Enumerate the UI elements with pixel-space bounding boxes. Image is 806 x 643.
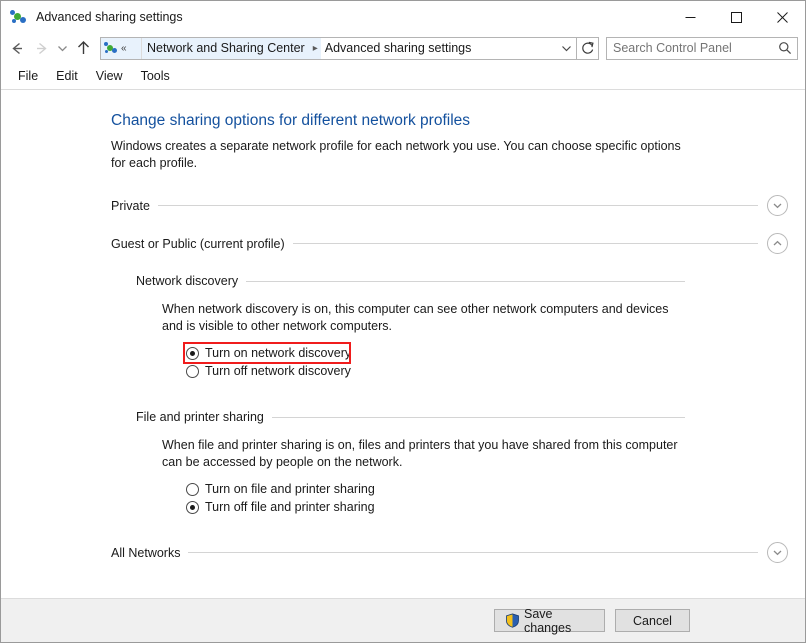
page-title: Change sharing options for different net… [111, 112, 471, 129]
cancel-label: Cancel [633, 613, 672, 628]
close-icon[interactable] [759, 1, 805, 33]
window-controls [667, 1, 805, 33]
network-sharing-icon [10, 8, 28, 26]
save-changes-label: Save changes [524, 606, 572, 635]
subsection-header: File and printer sharing [136, 410, 805, 424]
dialog-footer: Save changes Cancel [1, 598, 805, 642]
radio-label: Turn on file and printer sharing [205, 482, 375, 496]
chevron-down-icon[interactable] [556, 38, 576, 59]
menu-bar: File Edit View Tools [1, 63, 805, 90]
up-arrow-icon[interactable] [71, 36, 95, 60]
breadcrumb-icon-cell[interactable]: « [101, 37, 142, 59]
subsection-title-file-and-printer-sharing: File and printer sharing [136, 410, 264, 424]
chevron-down-icon[interactable] [767, 195, 788, 216]
subsection-file-and-printer-sharing: File and printer sharing When file and p… [136, 410, 805, 516]
breadcrumb[interactable]: « Network and Sharing Center ▸ Advanced … [100, 36, 577, 60]
section-divider [292, 243, 758, 244]
maximize-icon[interactable] [713, 1, 759, 33]
title-bar: Advanced sharing settings [1, 1, 805, 33]
radio-turn-on-file-and-printer-sharing[interactable]: Turn on file and printer sharing [186, 480, 805, 498]
content-pane: Change sharing options for different net… [1, 90, 805, 598]
search-box[interactable] [606, 36, 798, 60]
profile-label-guest-or-public: Guest or Public (current profile) [111, 236, 285, 251]
search-icon[interactable] [773, 38, 797, 59]
menu-item-edit[interactable]: Edit [47, 66, 87, 86]
radio-label: Turn off network discovery [205, 364, 351, 378]
menu-item-tools[interactable]: Tools [132, 66, 179, 86]
radio-label: Turn on network discovery [205, 346, 352, 360]
section-divider [246, 280, 685, 282]
breadcrumb-separator-icon[interactable]: ▸ [309, 37, 321, 59]
refresh-icon[interactable] [577, 36, 599, 60]
subsection-header: Network discovery [136, 274, 805, 288]
radio-group-file-and-printer-sharing: Turn on file and printer sharing Turn of… [186, 480, 805, 516]
search-input[interactable] [607, 41, 773, 55]
profile-section-private[interactable]: Private [111, 195, 805, 216]
minimize-icon[interactable] [667, 1, 713, 33]
radio-indicator[interactable] [186, 500, 199, 514]
subsection-description-file-and-printer-sharing: When file and printer sharing is on, fil… [162, 438, 678, 469]
subsection-network-discovery: Network discovery When network discovery… [136, 274, 805, 380]
breadcrumb-item-advanced-sharing-settings[interactable]: Advanced sharing settings [321, 38, 476, 59]
uac-shield-icon [505, 613, 520, 628]
radio-turn-off-network-discovery[interactable]: Turn off network discovery [186, 362, 805, 380]
breadcrumb-overflow-icon[interactable]: « [121, 43, 127, 54]
chevron-up-icon[interactable] [767, 233, 788, 254]
radio-label: Turn off file and printer sharing [205, 500, 375, 514]
network-sharing-icon [104, 41, 119, 56]
radio-indicator[interactable] [186, 346, 199, 360]
page-description: Windows creates a separate network profi… [111, 139, 681, 170]
section-divider [271, 416, 685, 418]
section-divider [157, 205, 758, 206]
recent-locations-chevron-icon[interactable] [53, 36, 71, 60]
profile-label-private: Private [111, 198, 150, 213]
radio-turn-off-file-and-printer-sharing[interactable]: Turn off file and printer sharing [186, 498, 805, 516]
profile-section-all-networks[interactable]: All Networks [111, 542, 805, 563]
chevron-down-icon[interactable] [767, 542, 788, 563]
radio-indicator[interactable] [186, 482, 199, 496]
cancel-button[interactable]: Cancel [615, 609, 690, 632]
back-arrow-icon[interactable] [5, 36, 29, 60]
address-toolbar: « Network and Sharing Center ▸ Advanced … [1, 33, 805, 63]
window-title: Advanced sharing settings [36, 10, 183, 24]
menu-item-file[interactable]: File [9, 66, 47, 86]
section-divider [188, 552, 758, 553]
profile-section-guest-or-public[interactable]: Guest or Public (current profile) [111, 233, 805, 254]
advanced-sharing-settings-window: Advanced sharing settings « Network and … [0, 0, 806, 643]
subsection-title-network-discovery: Network discovery [136, 274, 239, 288]
profile-label-all-networks: All Networks [111, 545, 181, 560]
save-changes-button[interactable]: Save changes [494, 606, 605, 635]
subsection-description-network-discovery: When network discovery is on, this compu… [162, 302, 669, 333]
breadcrumb-item-network-and-sharing-center[interactable]: Network and Sharing Center [142, 37, 310, 59]
menu-item-view[interactable]: View [87, 66, 132, 86]
forward-arrow-icon [29, 36, 53, 60]
radio-group-network-discovery: Turn on network discovery Turn off netwo… [183, 342, 805, 380]
radio-turn-on-network-discovery[interactable]: Turn on network discovery [186, 344, 805, 362]
radio-indicator[interactable] [186, 364, 199, 378]
